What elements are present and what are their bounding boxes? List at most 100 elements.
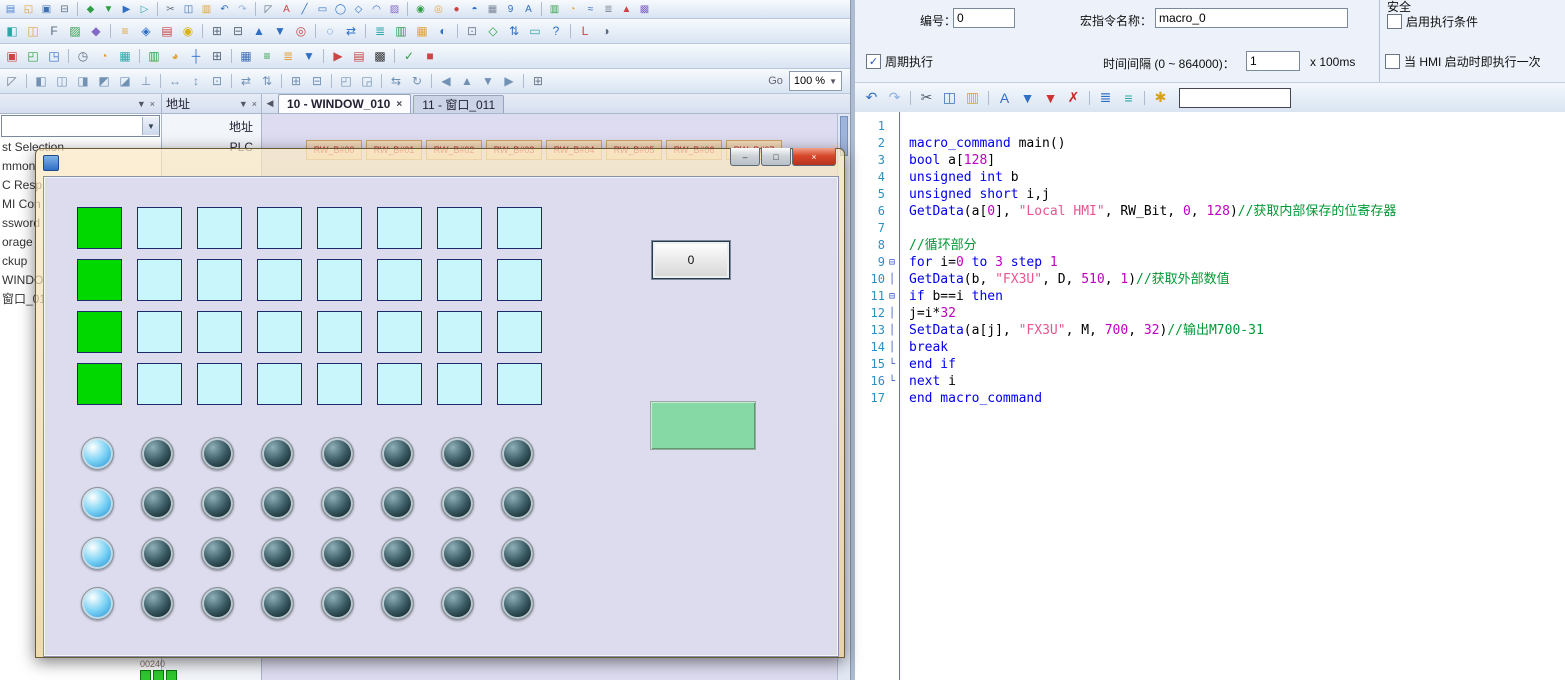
font-library-icon[interactable]: F	[44, 22, 64, 40]
line-icon[interactable]: ╱	[296, 2, 313, 17]
align-bottom-icon[interactable]: ⊥	[136, 72, 156, 90]
nudge-right-icon[interactable]: ▶	[499, 72, 519, 90]
close-button[interactable]: ×	[792, 148, 836, 166]
macro-id-input[interactable]	[953, 8, 1015, 28]
simulation-window-titlebar[interactable]: – □ ×	[36, 149, 844, 175]
nudge-left-icon[interactable]: ◀	[436, 72, 456, 90]
code-lines[interactable]: 12macro_command main()3bool a[128]4unsig…	[855, 112, 1565, 407]
nudge-up-icon[interactable]: ▲	[457, 72, 477, 90]
slider-icon[interactable]: ≡	[257, 47, 277, 65]
xy-plot-icon[interactable]: ┼	[186, 47, 206, 65]
open-file-icon[interactable]: ◱	[20, 2, 37, 17]
scheduler-icon[interactable]: ▦	[115, 47, 135, 65]
fold-marker[interactable]: ⊟	[885, 254, 899, 271]
set-word-icon[interactable]: ◓	[466, 2, 483, 17]
bit-lamp-icon[interactable]: ◉	[412, 2, 429, 17]
set-bit-icon[interactable]: ●	[448, 2, 465, 17]
text-icon[interactable]: A	[278, 2, 295, 17]
picture-library-icon[interactable]: ▨	[65, 22, 85, 40]
tab-11-_011[interactable]: 11 - 窗口_011	[413, 95, 504, 113]
security-icon[interactable]: ◉	[178, 22, 198, 40]
tag-library-icon[interactable]: ◇	[483, 22, 503, 40]
tab-scroll-left-icon[interactable]: ◀	[262, 94, 278, 113]
cut-icon[interactable]: ✂	[162, 2, 179, 17]
keyword-icon[interactable]: ✱	[1150, 87, 1171, 108]
redo-icon[interactable]: ↷	[884, 87, 905, 108]
minimize-button[interactable]: –	[730, 148, 760, 166]
function-key-icon[interactable]: ▦	[484, 2, 501, 17]
distribute-v-icon[interactable]: ⇅	[257, 72, 277, 90]
recipe-icon[interactable]: ▩	[636, 2, 653, 17]
find-icon[interactable]: ◌	[320, 22, 340, 40]
filter-up-icon[interactable]: ▼	[1040, 87, 1061, 108]
panel-dropdown-icon[interactable]: ▼	[239, 99, 248, 109]
same-width-icon[interactable]: ↔	[165, 72, 185, 90]
ungroup-objects-icon[interactable]: ⊟	[307, 72, 327, 90]
ellipse-icon[interactable]: ◯	[332, 2, 349, 17]
window-settings-icon[interactable]: ◫	[23, 22, 43, 40]
trend-icon[interactable]: ≈	[582, 2, 599, 17]
window-grid-icon[interactable]: ◳	[44, 47, 64, 65]
copy-icon[interactable]: ◫	[180, 2, 197, 17]
chevron-down-icon[interactable]: ▼	[142, 117, 159, 135]
tab-10-window_010[interactable]: 10 - WINDOW_010×	[278, 94, 411, 113]
macro-manager-icon[interactable]: ▤	[157, 22, 177, 40]
keypad-icon[interactable]: ▦	[236, 47, 256, 65]
check-icon[interactable]: ✓	[399, 47, 419, 65]
open-window-icon[interactable]: ◰	[23, 47, 43, 65]
media-icon[interactable]: ▶	[328, 47, 348, 65]
pc-comm-icon[interactable]: ⊡	[462, 22, 482, 40]
panel-dropdown-icon[interactable]: ▼	[137, 99, 146, 109]
pie-chart-icon[interactable]: ◕	[165, 47, 185, 65]
panel-close-icon[interactable]: ×	[150, 99, 155, 109]
compile-icon[interactable]: ◆	[82, 2, 99, 17]
ungroup-icon[interactable]: ⊟	[228, 22, 248, 40]
numeric-input-icon[interactable]: 9	[502, 2, 519, 17]
macro-name-input[interactable]	[1155, 8, 1348, 28]
window-manager-icon[interactable]: ▣	[2, 47, 22, 65]
bar-chart-icon[interactable]: ▥	[144, 47, 164, 65]
data-sampling-icon[interactable]: ◐	[433, 22, 453, 40]
undo-icon[interactable]: ↶	[861, 87, 882, 108]
same-height-icon[interactable]: ↕	[186, 72, 206, 90]
simulate-offline-icon[interactable]: ▷	[136, 2, 153, 17]
pin-icon[interactable]: ◎	[291, 22, 311, 40]
nudge-down-icon[interactable]: ▼	[478, 72, 498, 90]
numeric-display-button[interactable]: 0	[652, 241, 730, 279]
redo-icon[interactable]: ↷	[234, 2, 251, 17]
bring-front-icon[interactable]: ◰	[336, 72, 356, 90]
copy-icon[interactable]: ◫	[939, 87, 960, 108]
arc-icon[interactable]: ◠	[368, 2, 385, 17]
new-file-icon[interactable]: ▤	[2, 2, 19, 17]
print-icon[interactable]: ⊟	[56, 2, 73, 17]
send-back-icon[interactable]: ◲	[357, 72, 377, 90]
data-table-icon[interactable]: ⊞	[207, 47, 227, 65]
compile-icon[interactable]: A	[994, 87, 1015, 108]
address-tag-icon[interactable]: ◈	[136, 22, 156, 40]
rotate-icon[interactable]: ↻	[407, 72, 427, 90]
system-params-icon[interactable]: ◧	[2, 22, 22, 40]
meter-icon[interactable]: ◔	[564, 2, 581, 17]
grid-toggle-icon[interactable]: ⊞	[528, 72, 548, 90]
error-check-icon[interactable]: ✗	[1063, 87, 1084, 108]
window-tree-icon[interactable]: ≣	[370, 22, 390, 40]
same-size-icon[interactable]: ⊡	[207, 72, 227, 90]
paste-icon[interactable]: ▥	[198, 2, 215, 17]
panel-close-icon[interactable]: ×	[252, 99, 257, 109]
filter-down-icon[interactable]: ▼	[1017, 87, 1038, 108]
layer-down-icon[interactable]: ▼	[270, 22, 290, 40]
polygon-icon[interactable]: ◇	[350, 2, 367, 17]
label-library-icon[interactable]: ≡	[115, 22, 135, 40]
run-on-start-checkbox[interactable]	[1385, 54, 1400, 69]
event-log-icon[interactable]: ▦	[412, 22, 432, 40]
pdf-viewer-icon[interactable]: ▤	[349, 47, 369, 65]
simulate-online-icon[interactable]: ▶	[118, 2, 135, 17]
macro-code-editor[interactable]: 12macro_command main()3bool a[128]4unsig…	[855, 112, 1565, 680]
shape-library-icon[interactable]: ◆	[86, 22, 106, 40]
periodic-checkbox[interactable]: ✓	[866, 54, 881, 69]
clock-icon[interactable]: ◷	[73, 47, 93, 65]
ascii-input-icon[interactable]: A	[520, 2, 537, 17]
tab-close-icon[interactable]: ×	[396, 99, 402, 110]
align-top-icon[interactable]: ◩	[94, 72, 114, 90]
line-list-icon[interactable]: ≣	[1095, 87, 1116, 108]
